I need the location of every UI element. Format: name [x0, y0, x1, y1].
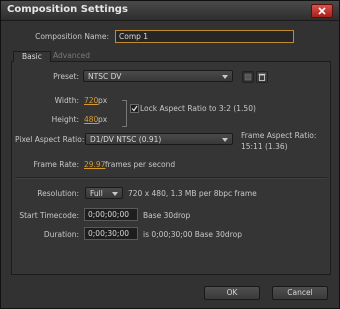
lock-aspect-checkbox[interactable]: [130, 104, 139, 113]
frame-aspect-value: 15:11 (1.36): [241, 142, 288, 151]
height-label: Height:: [51, 115, 79, 124]
lock-aspect-label: Lock Aspect Ratio to 3:2 (1.50): [140, 104, 256, 113]
preset-label: Preset:: [53, 72, 79, 81]
width-unit: px: [98, 96, 108, 105]
ok-button[interactable]: OK: [204, 286, 260, 300]
start-timecode-label: Start Timecode:: [19, 211, 79, 220]
delete-preset-button[interactable]: [256, 71, 268, 83]
frame-rate-value[interactable]: 29.97: [84, 160, 105, 169]
duration-info: is 0;00;30;00 Base 30drop: [143, 230, 242, 239]
title-bar[interactable]: Composition Settings: [1, 1, 339, 21]
close-icon: [318, 7, 326, 15]
duration-input[interactable]: 0;00;30;00: [84, 227, 138, 240]
trash-icon: [258, 73, 266, 81]
width-value[interactable]: 720: [84, 96, 98, 105]
start-timecode-base: Base 30drop: [143, 211, 191, 220]
start-timecode-input[interactable]: 0;00;00;00: [84, 208, 138, 221]
chevron-down-icon: [222, 138, 228, 142]
width-label: Width:: [54, 96, 79, 105]
window-title: Composition Settings: [7, 4, 128, 15]
tab-advanced[interactable]: Advanced: [45, 51, 98, 61]
chevron-down-icon: [112, 192, 118, 196]
checkmark-icon: [131, 105, 138, 112]
frame-aspect-label: Frame Aspect Ratio:: [241, 131, 317, 140]
resolution-label: Resolution:: [37, 189, 79, 198]
divider: [15, 177, 327, 179]
frame-rate-label: Frame Rate:: [33, 160, 79, 169]
preset-value: NTSC DV: [88, 72, 122, 81]
resolution-value: Full: [90, 189, 103, 198]
pixel-aspect-value: D1/DV NTSC (0.91): [90, 135, 162, 144]
duration-label: Duration:: [43, 230, 79, 239]
composition-settings-dialog: Composition Settings Composition Name: C…: [0, 0, 340, 309]
frame-rate-unit: frames per second: [105, 160, 176, 169]
chevron-down-icon: [222, 75, 228, 79]
pixel-aspect-label: Pixel Aspect Ratio:: [15, 135, 85, 144]
save-preset-button[interactable]: [242, 71, 254, 83]
save-preset-icon: [244, 73, 252, 81]
height-unit: px: [98, 115, 108, 124]
close-button[interactable]: [311, 4, 333, 18]
pixel-aspect-dropdown[interactable]: D1/DV NTSC (0.91): [85, 133, 233, 145]
resolution-dropdown[interactable]: Full: [85, 187, 123, 199]
resolution-info: 720 x 480, 1.3 MB per 8bpc frame: [128, 189, 257, 198]
cancel-button[interactable]: Cancel: [272, 286, 328, 300]
height-value[interactable]: 480: [84, 115, 98, 124]
composition-name-label: Composition Name:: [35, 32, 109, 41]
preset-dropdown[interactable]: NTSC DV: [83, 70, 233, 82]
link-bracket-icon: [122, 100, 127, 127]
composition-name-input[interactable]: Comp 1: [115, 30, 294, 43]
